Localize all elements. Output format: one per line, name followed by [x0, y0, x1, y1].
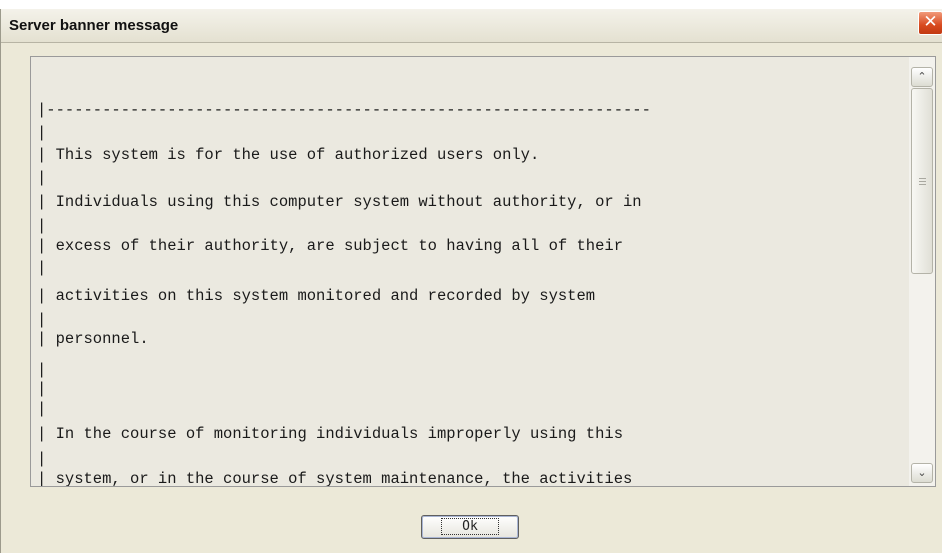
close-button[interactable]: ✕: [918, 11, 942, 35]
banner-text-line: |: [37, 123, 47, 142]
banner-text-line: | This system is for the use of authoriz…: [37, 145, 540, 164]
vertical-scrollbar[interactable]: ⌃ ⌄: [909, 57, 935, 486]
banner-message-panel[interactable]: |---------------------------------------…: [30, 56, 936, 487]
ok-button-label: Ok: [441, 518, 499, 535]
grip-line: [919, 181, 926, 182]
banner-text-line: |: [37, 216, 47, 235]
scrollbar-thumb[interactable]: [911, 88, 933, 274]
banner-text-line: | Individuals using this computer system…: [37, 193, 642, 212]
banner-text-line: |: [37, 380, 47, 399]
up-arrow-icon: ⌃: [917, 70, 927, 83]
down-arrow-icon: ⌄: [917, 466, 927, 479]
banner-text-line: |: [37, 399, 47, 418]
window-title: Server banner message: [9, 17, 179, 34]
banner-text-line: |: [37, 169, 47, 187]
ok-button[interactable]: Ok: [421, 515, 519, 539]
banner-text-line: | system, or in the course of system mai…: [37, 470, 633, 486]
close-icon: ✕: [923, 12, 938, 32]
grip-line: [919, 184, 926, 185]
server-banner-dialog: Server banner message ✕ |---------------…: [0, 9, 942, 553]
banner-text-line: |: [37, 259, 47, 278]
title-bar[interactable]: Server banner message ✕: [1, 9, 942, 43]
background-window-text-fragment: ... ... ... ...: [30, 0, 102, 1]
banner-text-line: |: [37, 449, 47, 468]
banner-text-line: |: [37, 360, 47, 379]
banner-text-line: | activities on this system monitored an…: [37, 287, 596, 306]
banner-text-line: | personnel.: [37, 330, 149, 349]
scroll-up-button[interactable]: ⌃: [911, 67, 933, 87]
banner-text-line: | excess of their authority, are subject…: [37, 237, 623, 256]
banner-text-line: |: [37, 310, 47, 329]
banner-text-line: |---------------------------------------…: [37, 100, 651, 119]
banner-text-area[interactable]: |---------------------------------------…: [37, 57, 909, 486]
scroll-down-button[interactable]: ⌄: [911, 463, 933, 483]
grip-line: [919, 178, 926, 179]
banner-text-line: | In the course of monitoring individual…: [37, 425, 623, 444]
